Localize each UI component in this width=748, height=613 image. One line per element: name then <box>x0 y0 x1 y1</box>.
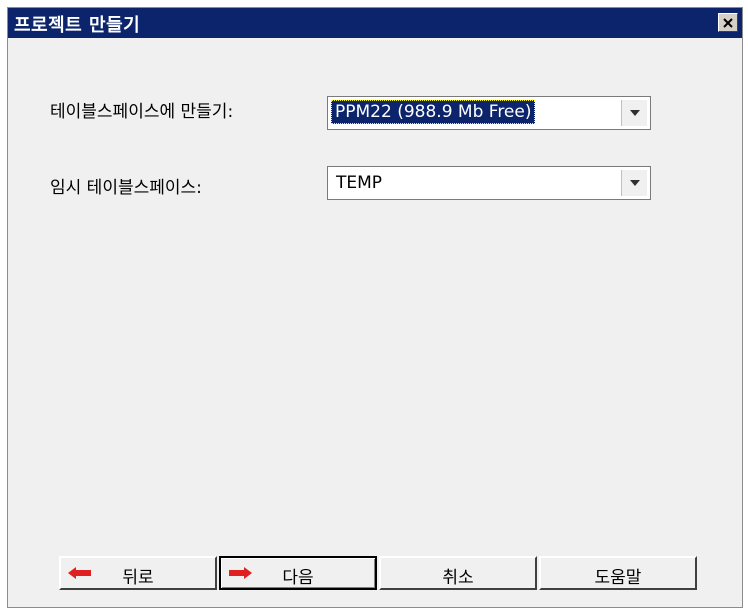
cancel-button-label: 취소 <box>442 568 474 588</box>
cancel-button[interactable]: 취소 <box>379 556 537 590</box>
temp-tablespace-value: TEMP <box>336 173 383 193</box>
close-button[interactable] <box>718 13 738 32</box>
tablespace-dropdown-button[interactable] <box>621 100 647 126</box>
back-button-label: 뒤로 <box>122 568 154 588</box>
chevron-down-icon <box>629 180 640 186</box>
temp-tablespace-dropdown-button[interactable] <box>621 170 647 196</box>
create-project-dialog: 프로젝트 만들기 테이블스페이스에 만들기: PPM22 (988.9 Mb F… <box>7 7 743 608</box>
next-button-label: 다음 <box>282 568 314 588</box>
help-button[interactable]: 도움말 <box>539 556 697 590</box>
tablespace-label: 테이블스페이스에 만들기: <box>50 102 234 122</box>
tablespace-select[interactable]: PPM22 (988.9 Mb Free) <box>327 96 651 130</box>
window-title: 프로젝트 만들기 <box>14 15 141 36</box>
back-button[interactable]: 뒤로 <box>59 556 217 590</box>
temp-tablespace-label: 임시 테이블스페이스: <box>50 178 202 198</box>
help-button-label: 도움말 <box>594 568 642 588</box>
close-icon <box>723 17 733 28</box>
tablespace-value: PPM22 (988.9 Mb Free) <box>331 100 536 124</box>
next-button[interactable]: 다음 <box>219 556 377 590</box>
title-bar: 프로젝트 만들기 <box>8 8 742 38</box>
chevron-down-icon <box>629 110 640 116</box>
temp-tablespace-select[interactable]: TEMP <box>327 166 651 200</box>
